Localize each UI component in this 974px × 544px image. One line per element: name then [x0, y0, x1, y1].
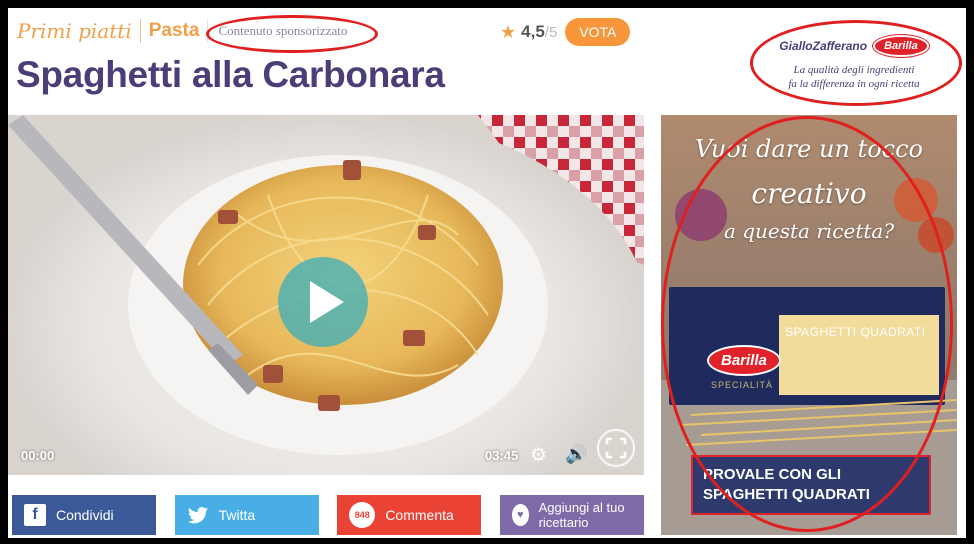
barilla-advertisement[interactable]: Vuoi dare un tocco creativo a questa ric…: [661, 115, 957, 535]
facebook-icon: f: [24, 504, 46, 526]
twitter-share-button[interactable]: Twitta: [174, 495, 319, 535]
star-icon: ★: [500, 21, 517, 42]
facebook-share-label: Condividi: [56, 507, 114, 523]
breadcrumb-subcategory-link[interactable]: Pasta: [141, 20, 209, 42]
twitter-bird-icon: [187, 507, 208, 524]
duration: 03:45: [485, 448, 519, 463]
ad-product-line: SPECIALITÀ: [711, 380, 774, 390]
ad-cta-button[interactable]: PROVALE CON GLI SPAGHETTI QUADRATI: [691, 455, 931, 515]
facebook-share-button[interactable]: f Condividi: [12, 495, 156, 535]
video-player[interactable]: 00:00 03:45 ⚙ 🔊: [8, 115, 644, 475]
twitter-share-label: Twitta: [218, 507, 256, 523]
breadcrumb-category-link[interactable]: Primi piatti: [17, 19, 141, 43]
share-bar: f Condividi Twitta 848 Commenta ♥ Aggiun…: [12, 495, 644, 535]
sponsored-label: Contenuto sponsorizzato: [206, 15, 379, 53]
add-to-cookbook-label: Aggiungi al tuo ricettario: [538, 500, 625, 530]
ad-barilla-logo: Barilla: [707, 345, 781, 376]
rating-value: 4,5: [521, 22, 545, 41]
rating-max: /5: [544, 23, 558, 41]
settings-gear-icon[interactable]: ⚙: [530, 444, 547, 467]
current-time: 00:00: [21, 448, 55, 463]
breadcrumb: Primi piatti Pasta Contenuto sponsorizza…: [17, 15, 379, 53]
page-title: Spaghetti alla Carbonara: [16, 54, 445, 95]
comment-label: Commenta: [385, 507, 454, 523]
volume-icon[interactable]: 🔊: [565, 444, 587, 465]
comment-count-icon: 848: [349, 502, 376, 528]
brand-claim-line1: La qualità degli ingredienti: [793, 64, 915, 76]
brand-partnership[interactable]: GialloZafferano Barilla La qualità degli…: [750, 20, 962, 106]
play-button[interactable]: [278, 257, 368, 347]
heart-icon: ♥: [511, 504, 529, 526]
ad-headline-2: creativo: [751, 177, 867, 210]
ad-product-name: SPAGHETTI QUADRATI: [785, 325, 926, 339]
brand-logos: GialloZafferano Barilla: [750, 35, 958, 57]
brand-claim: La qualità degli ingredienti fa la diffe…: [750, 63, 958, 91]
brand-claim-line2: fa la differenza in ogni ricetta: [788, 78, 920, 90]
ad-headline-1: Vuoi dare un tocco: [695, 135, 923, 163]
ad-headline-3: a questa ricetta?: [723, 219, 895, 243]
barilla-logo: Barilla: [873, 35, 929, 57]
comment-button[interactable]: 848 Commenta: [337, 495, 482, 535]
fullscreen-icon[interactable]: [596, 428, 636, 468]
giallozafferano-logo: GialloZafferano: [779, 39, 868, 53]
recipe-page: Primi piatti Pasta Contenuto sponsorizza…: [8, 8, 966, 538]
vote-button[interactable]: VOTA: [565, 18, 631, 46]
rating-widget: ★ 4,5 /5 VOTA: [500, 18, 631, 46]
add-to-cookbook-button[interactable]: ♥ Aggiungi al tuo ricettario: [499, 495, 644, 535]
